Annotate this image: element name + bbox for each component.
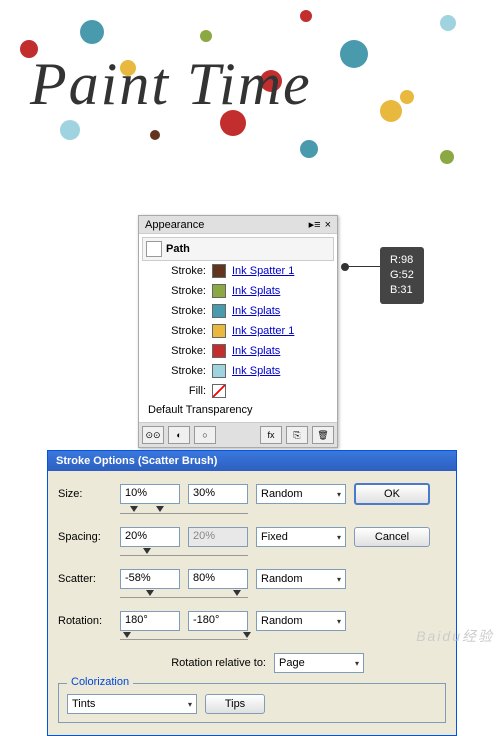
rgb-readout: R:98 G:52 B:31 bbox=[380, 247, 424, 304]
panel-footer: ⊙⊙ ◐ ○ fx ⎘ 🗑 bbox=[139, 422, 337, 447]
scatter-mode-dropdown[interactable]: Random▾ bbox=[256, 569, 346, 589]
stroke-row[interactable]: Stroke: Ink Splats bbox=[142, 361, 334, 381]
footer-button[interactable]: ○ bbox=[194, 426, 216, 444]
cancel-button[interactable]: Cancel bbox=[354, 527, 430, 547]
chevron-down-icon: ▾ bbox=[188, 700, 192, 709]
artwork-text: Paint Time bbox=[30, 50, 312, 119]
scatter-max-input[interactable]: 80% bbox=[188, 569, 248, 589]
footer-button[interactable]: fx bbox=[260, 426, 282, 444]
callout-dot bbox=[341, 263, 349, 271]
swatch-icon[interactable] bbox=[212, 344, 226, 358]
default-transparency[interactable]: Default Transparency bbox=[142, 401, 334, 419]
appearance-panel: Appearance ▸≡ × Path Stroke: Ink Spatter… bbox=[138, 215, 338, 448]
swatch-icon[interactable] bbox=[212, 324, 226, 338]
size-mode-dropdown[interactable]: Random▾ bbox=[256, 484, 346, 504]
size-slider[interactable] bbox=[120, 509, 248, 517]
scatter-slider[interactable] bbox=[120, 593, 248, 601]
brush-link[interactable]: Ink Spatter 1 bbox=[232, 325, 294, 337]
stroke-row[interactable]: Stroke: Ink Spatter 1 bbox=[142, 261, 334, 281]
spacing-min-input[interactable]: 20% bbox=[120, 527, 180, 547]
chevron-down-icon: ▾ bbox=[337, 490, 341, 499]
fill-none-icon[interactable] bbox=[212, 384, 226, 398]
chevron-down-icon: ▾ bbox=[337, 575, 341, 584]
swatch-icon[interactable] bbox=[212, 304, 226, 318]
chevron-down-icon: ▾ bbox=[337, 617, 341, 626]
stroke-row[interactable]: Stroke: Ink Splats bbox=[142, 341, 334, 361]
close-icon[interactable]: × bbox=[325, 219, 331, 231]
swatch-icon[interactable] bbox=[212, 264, 226, 278]
fill-row[interactable]: Fill: bbox=[142, 381, 334, 401]
spacing-slider[interactable] bbox=[120, 551, 248, 559]
stroke-row[interactable]: Stroke: Ink Splats bbox=[142, 301, 334, 321]
footer-button[interactable]: ◐ bbox=[168, 426, 190, 444]
size-max-input[interactable]: 30% bbox=[188, 484, 248, 504]
swatch-icon[interactable] bbox=[212, 284, 226, 298]
brush-link[interactable]: Ink Splats bbox=[232, 305, 280, 317]
brush-link[interactable]: Ink Splats bbox=[232, 365, 280, 377]
stroke-options-dialog: Stroke Options (Scatter Brush) Size: 10%… bbox=[47, 450, 457, 736]
dialog-title[interactable]: Stroke Options (Scatter Brush) bbox=[48, 451, 456, 471]
colorization-dropdown[interactable]: Tints▾ bbox=[67, 694, 197, 714]
tips-button[interactable]: Tips bbox=[205, 694, 265, 714]
footer-button[interactable]: ⊙⊙ bbox=[142, 426, 164, 444]
rotation-max-input[interactable]: -180° bbox=[188, 611, 248, 631]
scatter-min-input[interactable]: -58% bbox=[120, 569, 180, 589]
rotrel-label: Rotation relative to: bbox=[171, 657, 266, 669]
path-label: Path bbox=[166, 243, 190, 255]
brush-link[interactable]: Ink Spatter 1 bbox=[232, 265, 294, 277]
brush-link[interactable]: Ink Splats bbox=[232, 345, 280, 357]
spacing-mode-dropdown[interactable]: Fixed▾ bbox=[256, 527, 346, 547]
colorization-group: Colorization Tints▾ Tips bbox=[58, 683, 446, 723]
panel-tab-title: Appearance bbox=[145, 219, 309, 231]
stroke-row[interactable]: Stroke: Ink Splats bbox=[142, 281, 334, 301]
panel-menu-icon[interactable]: ▸≡ bbox=[309, 218, 321, 231]
rotation-slider[interactable] bbox=[120, 635, 248, 643]
footer-button[interactable]: ⎘ bbox=[286, 426, 308, 444]
colorization-label: Colorization bbox=[67, 676, 133, 688]
ok-button[interactable]: OK bbox=[354, 483, 430, 505]
spacing-max-input: 20% bbox=[188, 527, 248, 547]
chevron-down-icon: ▾ bbox=[355, 659, 359, 668]
size-min-input[interactable]: 10% bbox=[120, 484, 180, 504]
path-row[interactable]: Path bbox=[142, 237, 334, 261]
path-target-icon bbox=[146, 241, 162, 257]
watermark: Baidu经验 bbox=[416, 626, 494, 646]
scatter-label: Scatter: bbox=[58, 573, 112, 585]
panel-header[interactable]: Appearance ▸≡ × bbox=[139, 216, 337, 234]
stroke-row[interactable]: Stroke: Ink Spatter 1 bbox=[142, 321, 334, 341]
rotation-label: Rotation: bbox=[58, 615, 112, 627]
artwork-canvas: Paint Time bbox=[0, 0, 500, 180]
rotrel-dropdown[interactable]: Page▾ bbox=[274, 653, 364, 673]
brush-link[interactable]: Ink Splats bbox=[232, 285, 280, 297]
rotation-mode-dropdown[interactable]: Random▾ bbox=[256, 611, 346, 631]
size-label: Size: bbox=[58, 488, 112, 500]
spacing-label: Spacing: bbox=[58, 531, 112, 543]
trash-icon[interactable]: 🗑 bbox=[312, 426, 334, 444]
chevron-down-icon: ▾ bbox=[337, 533, 341, 542]
callout-line bbox=[345, 266, 385, 267]
rotation-min-input[interactable]: 180° bbox=[120, 611, 180, 631]
swatch-icon[interactable] bbox=[212, 364, 226, 378]
